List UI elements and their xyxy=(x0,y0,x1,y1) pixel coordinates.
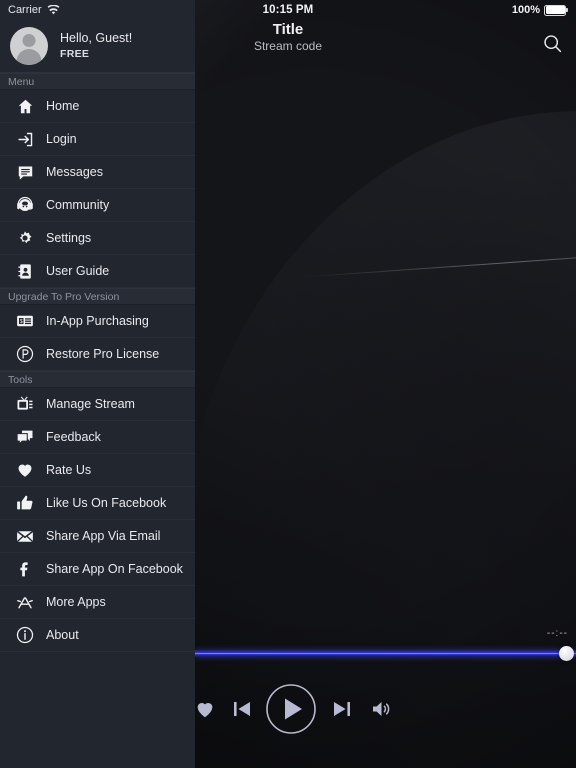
sidebar-item-share-app-on-facebook[interactable]: Share App On Facebook xyxy=(0,553,195,586)
sidebar-item-label: About xyxy=(46,628,79,642)
home-icon xyxy=(16,97,34,115)
battery-full-icon xyxy=(544,4,568,16)
sidebar-item-label: More Apps xyxy=(46,595,106,609)
app-root: 10:15 PM 100% Title Stream code --:-- Ca… xyxy=(0,0,576,768)
player-controls xyxy=(195,680,576,738)
id-card-icon: $ xyxy=(16,312,34,330)
play-icon xyxy=(266,684,316,734)
sidebar-item-label: Community xyxy=(46,198,110,212)
sidebar-item-label: Rate Us xyxy=(46,463,92,477)
search-icon xyxy=(543,34,561,52)
sidebar-item-home[interactable]: Home xyxy=(0,90,195,123)
avatar-placeholder-icon xyxy=(10,27,48,65)
sidebar-item-about[interactable]: About xyxy=(0,619,195,652)
profile-text: Hello, Guest! FREE xyxy=(60,31,132,62)
profile-greeting: Hello, Guest! xyxy=(60,30,133,45)
sidebar-item-label: Like Us On Facebook xyxy=(46,496,167,510)
speech-bubbles-icon xyxy=(16,428,34,446)
section-header-menu: Menu xyxy=(0,73,195,90)
sidebar-item-label: User Guide xyxy=(46,264,110,278)
sidebar-item-label: Messages xyxy=(46,165,103,179)
sidebar-item-feedback[interactable]: Feedback xyxy=(0,421,195,454)
section-header-tools: Tools xyxy=(0,371,195,388)
gear-icon xyxy=(16,229,34,247)
volume-icon xyxy=(373,702,390,716)
message-bubble-icon xyxy=(16,163,34,181)
sidebar-item-rate-us[interactable]: Rate Us xyxy=(0,454,195,487)
sidebar-item-share-app-via-email[interactable]: Share App Via Email xyxy=(0,520,195,553)
sidebar-menu: Carrier Hello, Guest! FREE Menu Home Log… xyxy=(0,0,195,768)
facebook-f-icon xyxy=(16,560,34,578)
svg-text:$: $ xyxy=(20,319,23,325)
sidebar-item-like-us-on-facebook[interactable]: Like Us On Facebook xyxy=(0,487,195,520)
sidebar-item-label: Share App Via Email xyxy=(46,529,161,543)
section-header-upgrade: Upgrade To Pro Version xyxy=(0,288,195,305)
search-button[interactable] xyxy=(538,29,566,57)
time-remaining-label: --:-- xyxy=(546,628,568,639)
carrier-label: Carrier xyxy=(8,4,42,16)
heart-icon xyxy=(197,703,213,718)
wifi-icon xyxy=(47,5,60,15)
sidebar-item-label: Settings xyxy=(46,231,92,245)
sidebar-item-label: Restore Pro License xyxy=(46,347,160,361)
profile-header[interactable]: Hello, Guest! FREE xyxy=(0,20,195,73)
info-circle-icon xyxy=(16,626,34,644)
battery-percent-label: 100% xyxy=(511,4,540,16)
sidebar-item-settings[interactable]: Settings xyxy=(0,222,195,255)
progress-track[interactable] xyxy=(195,650,576,657)
sidebar-item-label: Home xyxy=(46,99,80,113)
tv-icon xyxy=(16,395,34,413)
sidebar-item-in-app-purchasing[interactable]: $ In-App Purchasing xyxy=(0,305,195,338)
sidebar-item-user-guide[interactable]: User Guide xyxy=(0,255,195,288)
sidebar-item-label: Share App On Facebook xyxy=(46,562,183,576)
thumbs-up-icon xyxy=(16,494,34,512)
envelope-icon xyxy=(16,527,34,545)
sidebar-item-label: Login xyxy=(46,132,77,146)
contact-card-icon xyxy=(16,262,34,280)
sidebar-item-community[interactable]: Community xyxy=(0,189,195,222)
app-store-icon xyxy=(16,593,34,611)
sidebar-item-label: Feedback xyxy=(46,430,101,444)
previous-track-icon xyxy=(234,702,250,716)
sidebar-item-messages[interactable]: Messages xyxy=(0,156,195,189)
play-button[interactable] xyxy=(263,681,319,737)
playback-progress[interactable]: --:-- xyxy=(195,628,576,664)
sidebar-status-bar: Carrier xyxy=(0,0,195,20)
profile-plan-badge: FREE xyxy=(60,48,90,61)
status-bar-right: 100% xyxy=(512,4,568,16)
progress-knob[interactable] xyxy=(559,646,574,661)
sidebar-item-login[interactable]: Login xyxy=(0,123,195,156)
login-arrow-icon xyxy=(16,130,34,148)
next-button[interactable] xyxy=(327,694,357,724)
sidebar-item-manage-stream[interactable]: Manage Stream xyxy=(0,388,195,421)
sidebar-item-label: In-App Purchasing xyxy=(46,314,149,328)
circled-p-icon xyxy=(16,345,34,363)
sidebar-item-more-apps[interactable]: More Apps xyxy=(0,586,195,619)
next-track-icon xyxy=(334,702,350,716)
sidebar-item-label: Manage Stream xyxy=(46,397,135,411)
volume-button[interactable] xyxy=(367,694,397,724)
headphones-person-icon xyxy=(16,196,34,214)
sidebar-item-restore-pro-license[interactable]: Restore Pro License xyxy=(0,338,195,371)
previous-button[interactable] xyxy=(227,694,257,724)
heart-icon xyxy=(16,461,34,479)
